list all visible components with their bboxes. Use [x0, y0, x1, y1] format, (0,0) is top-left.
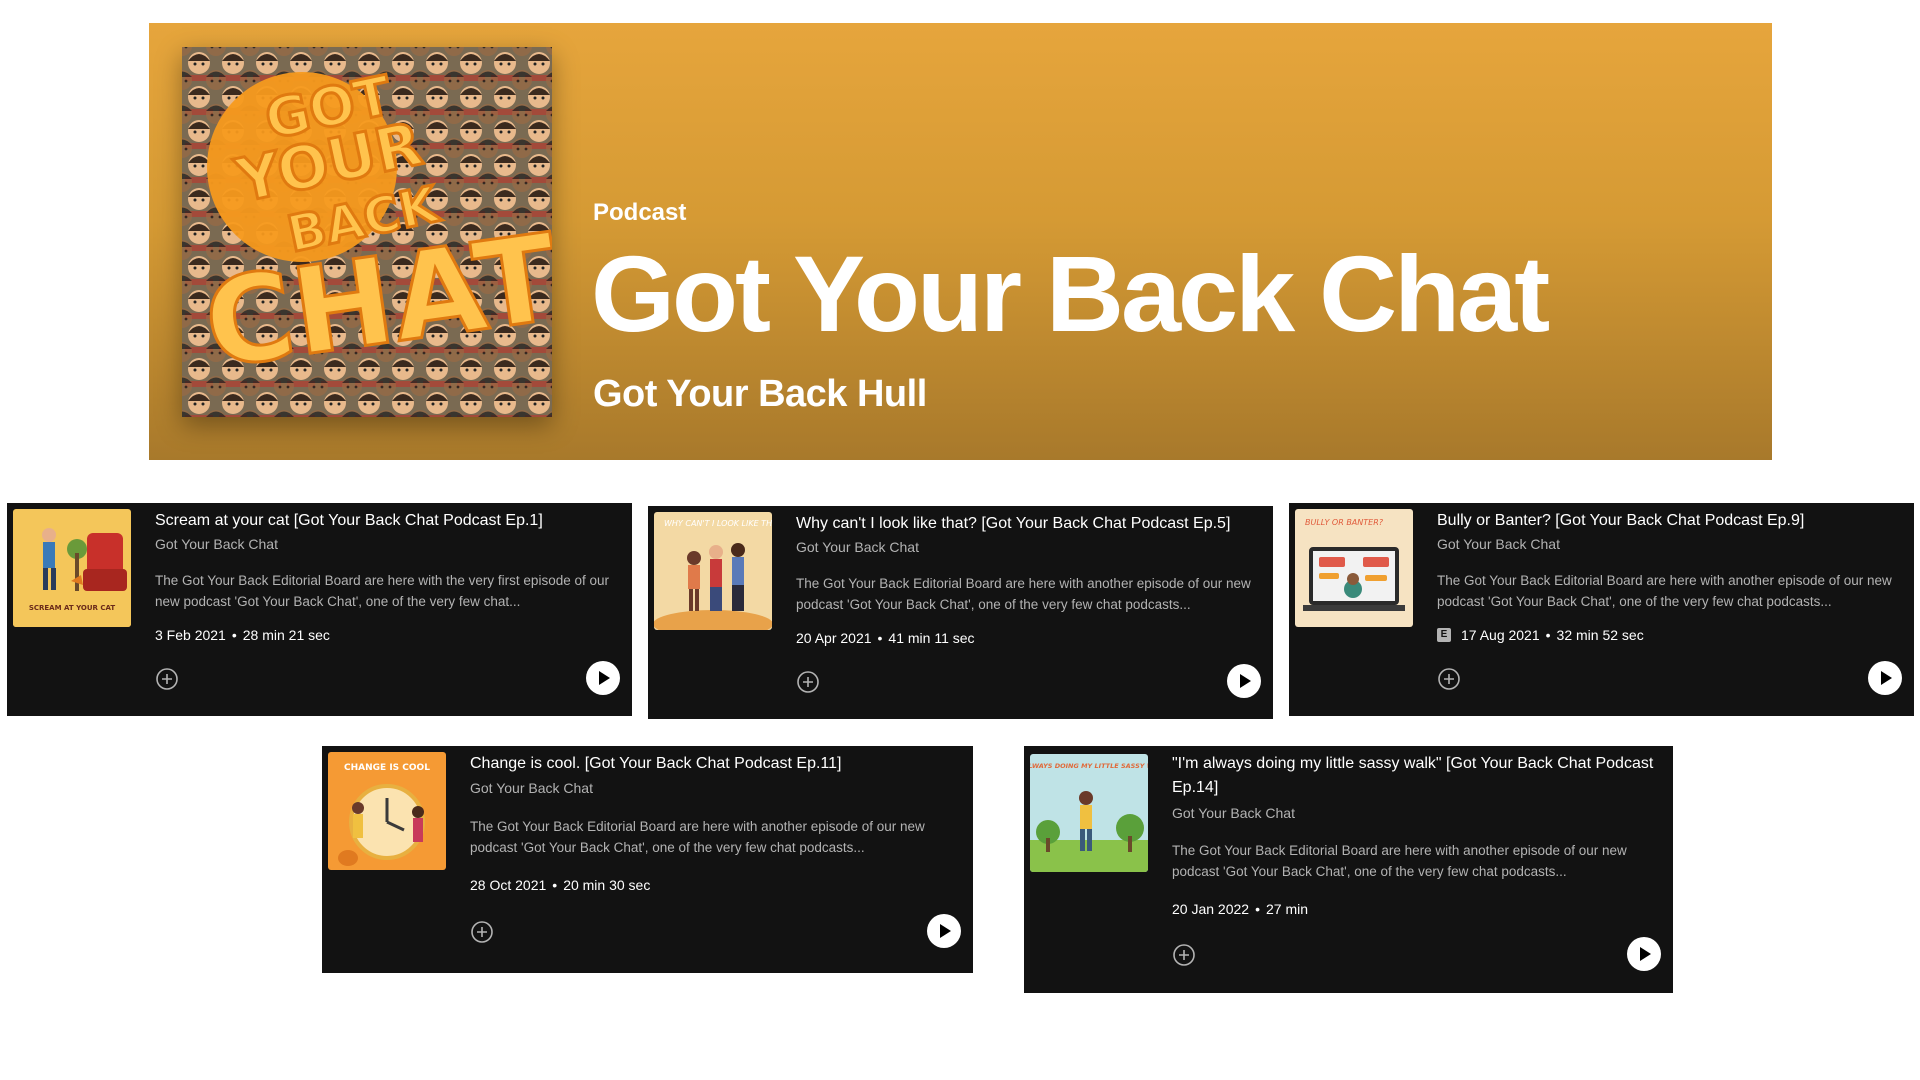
- episode-title[interactable]: Why can't I look like that? [Got Your Ba…: [796, 512, 1259, 536]
- episode-card[interactable]: CHANGE IS COOL Change is cool. [Got Your…: [322, 746, 973, 973]
- play-icon: [599, 671, 610, 685]
- episode-description: The Got Your Back Editorial Board are he…: [155, 573, 609, 609]
- play-button[interactable]: [1627, 937, 1661, 971]
- podcast-header: GOT YOUR BACK CHAT Podcast Got Your Back…: [149, 23, 1772, 460]
- episode-title[interactable]: "I'm always doing my little sassy walk" …: [1172, 752, 1659, 800]
- plus-circle-icon: [1438, 668, 1460, 690]
- thumbnail-text: SCREAM AT YOUR CAT: [29, 604, 116, 612]
- explicit-badge: E: [1437, 628, 1451, 642]
- add-to-library-button[interactable]: [1172, 943, 1196, 967]
- episode-date: 20 Apr 2021: [796, 630, 872, 646]
- podcast-title: Got Your Back Chat: [591, 233, 1550, 354]
- episode-show-name[interactable]: Got Your Back Chat: [155, 536, 278, 552]
- episode-card[interactable]: I'M ALWAYS DOING MY LITTLE SASSY WALK "I…: [1024, 746, 1673, 993]
- episode-card[interactable]: WHY CAN'T I LOOK LIKE THAT? Why can't I …: [648, 506, 1273, 719]
- meta-separator: •: [1545, 627, 1551, 643]
- episode-thumbnail[interactable]: CHANGE IS COOL: [328, 752, 446, 870]
- add-to-library-button[interactable]: [1437, 667, 1461, 691]
- plus-circle-icon: [1173, 944, 1195, 966]
- episode-meta: 28 Oct 2021 • 20 min 30 sec: [470, 877, 650, 893]
- thumbnail-text: I'M ALWAYS DOING MY LITTLE SASSY WALK: [1030, 762, 1148, 770]
- episode-thumbnail[interactable]: BULLY OR BANTER?: [1295, 509, 1413, 627]
- podcast-cover-art: GOT YOUR BACK CHAT: [182, 47, 552, 417]
- episode-show-name[interactable]: Got Your Back Chat: [1437, 536, 1560, 552]
- episode-thumbnail[interactable]: SCREAM AT YOUR CAT: [13, 509, 131, 627]
- episode-show-name[interactable]: Got Your Back Chat: [1172, 805, 1295, 821]
- episode-thumbnail[interactable]: I'M ALWAYS DOING MY LITTLE SASSY WALK: [1030, 754, 1148, 872]
- plus-circle-icon: [471, 921, 493, 943]
- add-to-library-button[interactable]: [796, 670, 820, 694]
- add-to-library-button[interactable]: [470, 920, 494, 944]
- play-icon: [1240, 674, 1251, 688]
- content-type-label: Podcast: [593, 199, 687, 226]
- play-button[interactable]: [1868, 661, 1902, 695]
- play-icon: [1881, 671, 1892, 685]
- add-to-library-button[interactable]: [155, 667, 179, 691]
- meta-separator: •: [231, 627, 237, 643]
- episode-meta: 20 Apr 2021 • 41 min 11 sec: [796, 630, 975, 646]
- play-button[interactable]: [1227, 664, 1261, 698]
- plus-circle-icon: [797, 671, 819, 693]
- episode-show-name[interactable]: Got Your Back Chat: [796, 539, 919, 555]
- play-icon: [1640, 947, 1651, 961]
- episode-duration: 41 min 11 sec: [888, 630, 975, 646]
- meta-separator: •: [552, 877, 558, 893]
- meta-separator: •: [1255, 901, 1260, 917]
- episode-date: 20 Jan 2022: [1172, 901, 1250, 917]
- episode-date: 28 Oct 2021: [470, 877, 547, 893]
- episode-duration: 32 min 52 sec: [1556, 627, 1644, 643]
- episode-duration: 27 min: [1265, 901, 1309, 917]
- episode-duration: 28 min 21 sec: [242, 627, 330, 643]
- episode-meta: 20 Jan 2022 • 27 min: [1172, 901, 1308, 917]
- plus-circle-icon: [156, 668, 178, 690]
- episode-description: The Got Your Back Editorial Board are he…: [1172, 843, 1627, 879]
- episode-show-name[interactable]: Got Your Back Chat: [470, 780, 593, 796]
- episode-meta: 3 Feb 2021 • 28 min 21 sec: [155, 627, 330, 643]
- episode-title[interactable]: Scream at your cat [Got Your Back Chat P…: [155, 509, 618, 533]
- episode-title[interactable]: Bully or Banter? [Got Your Back Chat Pod…: [1437, 509, 1900, 533]
- thumbnail-text: CHANGE IS COOL: [344, 763, 430, 773]
- podcast-author[interactable]: Got Your Back Hull: [593, 373, 927, 416]
- episode-date: 3 Feb 2021: [155, 627, 226, 643]
- thumbnail-text: WHY CAN'T I LOOK LIKE THAT?: [664, 519, 772, 528]
- episode-card[interactable]: SCREAM AT YOUR CAT Scream at your cat [G…: [7, 503, 632, 716]
- cover-illustration: GOT YOUR BACK CHAT: [182, 47, 552, 417]
- episode-description: The Got Your Back Editorial Board are he…: [470, 819, 925, 855]
- episode-meta: E 17 Aug 2021 • 32 min 52 sec: [1437, 627, 1644, 643]
- meta-separator: •: [877, 630, 883, 646]
- play-icon: [940, 924, 951, 938]
- thumbnail-text: BULLY OR BANTER?: [1305, 518, 1384, 527]
- play-button[interactable]: [927, 914, 961, 948]
- play-button[interactable]: [586, 661, 620, 695]
- episode-title[interactable]: Change is cool. [Got Your Back Chat Podc…: [470, 752, 959, 776]
- episode-duration: 20 min 30 sec: [563, 877, 651, 893]
- episode-thumbnail[interactable]: WHY CAN'T I LOOK LIKE THAT?: [654, 512, 772, 630]
- episode-description: The Got Your Back Editorial Board are he…: [796, 576, 1251, 612]
- episode-description: The Got Your Back Editorial Board are he…: [1437, 573, 1892, 609]
- episode-date: 17 Aug 2021: [1461, 627, 1540, 643]
- episode-card[interactable]: BULLY OR BANTER? Bully or Banter? [Got Y…: [1289, 503, 1914, 716]
